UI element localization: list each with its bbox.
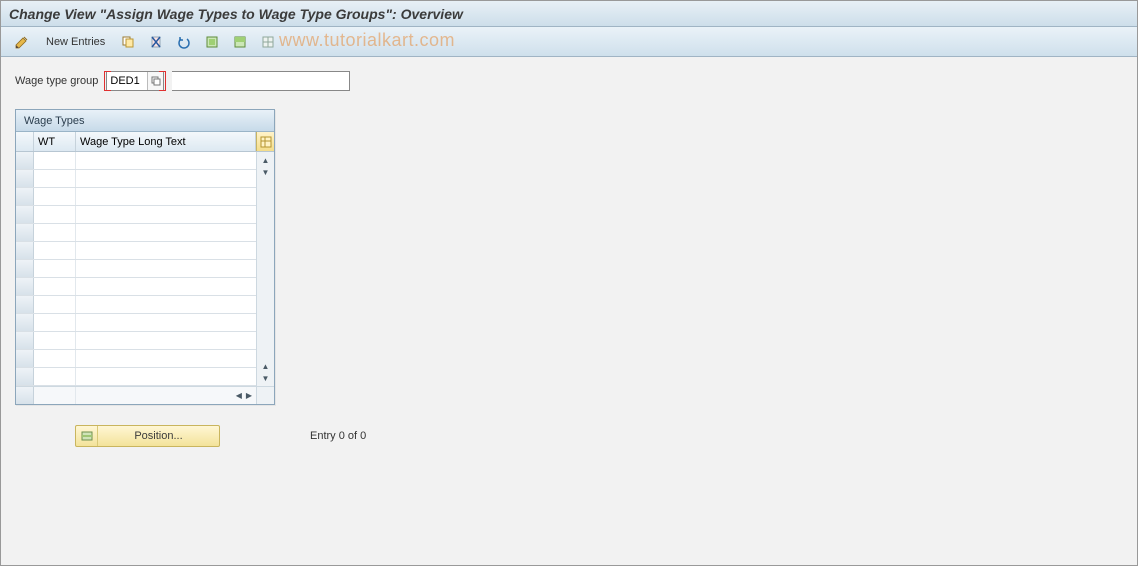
search-help-button[interactable] (147, 72, 163, 90)
select-all-icon (205, 35, 219, 49)
deselect-all-icon (261, 35, 275, 49)
delete-icon (149, 35, 163, 49)
content-area: Wage type group Wage Types WT Wage Type … (1, 57, 1137, 461)
grid-configure-button[interactable] (256, 132, 274, 151)
undo-button[interactable] (172, 32, 196, 52)
delete-button[interactable] (144, 32, 168, 52)
grid-vertical-scrollbar[interactable]: ▲ ▼ ▲ ▼ (256, 152, 274, 386)
grid-column-text[interactable]: Wage Type Long Text (76, 132, 256, 151)
new-entries-button[interactable]: New Entries (39, 32, 112, 52)
wage-type-group-input-wrap (106, 71, 164, 91)
select-block-icon (233, 35, 247, 49)
table-row[interactable] (16, 206, 256, 224)
scroll-left-arrow[interactable]: ◀ (236, 391, 242, 400)
table-settings-icon (260, 136, 272, 148)
bottom-row: Position... Entry 0 of 0 (15, 425, 1123, 447)
grid-title: Wage Types (16, 110, 274, 132)
table-row[interactable] (16, 170, 256, 188)
grid-rows (16, 152, 256, 386)
grid-body: ▲ ▼ ▲ ▼ (16, 152, 274, 386)
entry-counter: Entry 0 of 0 (310, 430, 366, 442)
scroll-up-group: ▲ ▼ (260, 154, 272, 178)
scroll-down-group: ▲ ▼ (260, 360, 272, 384)
scroll-down-arrow-bottom[interactable]: ▼ (260, 372, 272, 384)
watermark-text: www.tutorialkart.com (279, 30, 455, 51)
grid-select-all-header[interactable] (16, 132, 34, 151)
position-icon (80, 429, 94, 443)
title-bar: Change View "Assign Wage Types to Wage T… (1, 1, 1137, 27)
grid-horizontal-scrollbar[interactable]: ◀ ▶ (16, 386, 274, 404)
table-row[interactable] (16, 314, 256, 332)
wage-type-group-input[interactable] (107, 72, 147, 90)
scroll-right-arrow[interactable]: ▶ (246, 391, 252, 400)
grid-header-row: WT Wage Type Long Text (16, 132, 274, 152)
scroll-down-arrow[interactable]: ▼ (260, 166, 272, 178)
select-all-button[interactable] (200, 32, 224, 52)
new-entries-label: New Entries (46, 36, 105, 48)
table-row[interactable] (16, 242, 256, 260)
select-block-button[interactable] (228, 32, 252, 52)
table-row[interactable] (16, 368, 256, 386)
table-row[interactable] (16, 278, 256, 296)
wage-type-group-label: Wage type group (15, 75, 98, 87)
pencil-toggle-icon (14, 34, 30, 50)
toolbar: New Entries www.tutorialkart.com (1, 27, 1137, 57)
table-row[interactable] (16, 332, 256, 350)
wage-type-group-description (172, 71, 350, 91)
table-row[interactable] (16, 224, 256, 242)
table-row[interactable] (16, 350, 256, 368)
table-row[interactable] (16, 296, 256, 314)
input-focus-indicator (106, 71, 164, 91)
scroll-up-arrow[interactable]: ▲ (260, 154, 272, 166)
search-help-icon (151, 76, 161, 86)
page-title: Change View "Assign Wage Types to Wage T… (9, 6, 463, 22)
undo-icon (177, 35, 191, 49)
scroll-up-arrow-bottom[interactable]: ▲ (260, 360, 272, 372)
copy-as-button[interactable] (116, 32, 140, 52)
table-row[interactable] (16, 188, 256, 206)
table-row[interactable] (16, 260, 256, 278)
wage-types-grid: Wage Types WT Wage Type Long Text (15, 109, 275, 405)
deselect-all-button[interactable] (256, 32, 280, 52)
copy-icon (121, 35, 135, 49)
table-row[interactable] (16, 152, 256, 170)
wage-type-group-field-row: Wage type group (15, 71, 1123, 91)
grid-column-wt[interactable]: WT (34, 132, 76, 151)
position-icon-slot (76, 426, 98, 446)
toggle-change-button[interactable] (9, 32, 35, 52)
position-button[interactable]: Position... (75, 425, 220, 447)
position-label: Position... (98, 430, 219, 442)
